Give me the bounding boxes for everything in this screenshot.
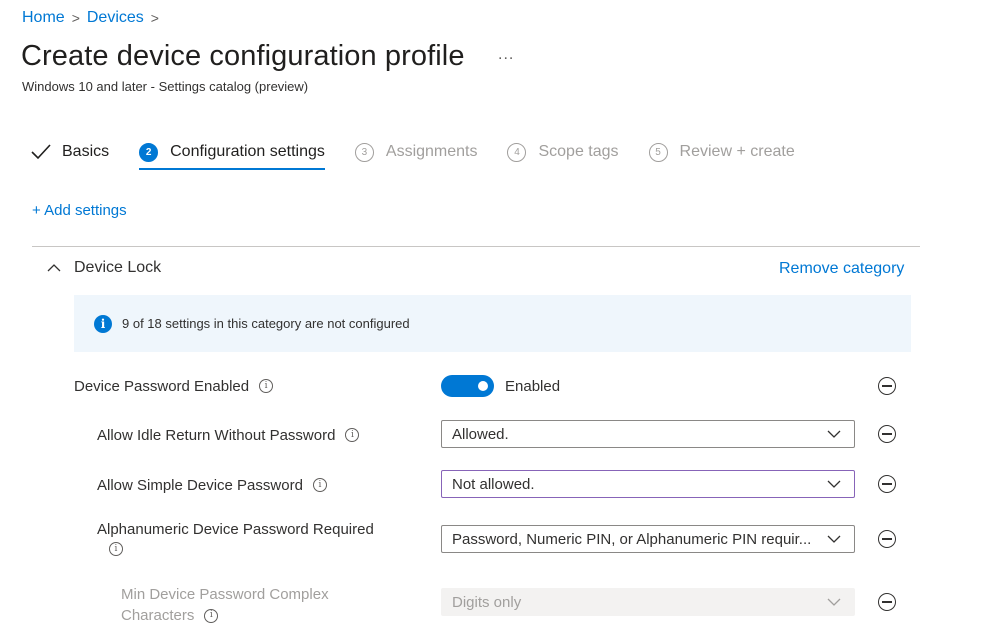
dropdown-value: Password, Numeric PIN, or Alphanumeric P… [452, 530, 812, 548]
chevron-down-icon [814, 589, 854, 615]
step-assignments[interactable]: 3 Assignments [354, 137, 478, 167]
page-subtitle: Windows 10 and later - Settings catalog … [22, 79, 309, 94]
step-label: Basics [62, 143, 110, 160]
dropdown-value: Allowed. [452, 425, 509, 443]
chevron-down-icon [814, 471, 854, 497]
setting-label-text: Allow Idle Return Without Password [97, 426, 336, 444]
chevron-up-icon [46, 260, 62, 276]
info-tooltip-icon[interactable]: i [345, 428, 360, 442]
step-number: 3 [354, 142, 374, 162]
setting-label-text: Alphanumeric Device Password Required [97, 521, 374, 538]
step-number: 4 [507, 142, 527, 162]
setting-row: Allow Idle Return Without Password i [97, 420, 360, 450]
step-number: 5 [648, 142, 668, 162]
step-label: Assignments [385, 143, 478, 160]
checkmark-icon [30, 141, 52, 163]
info-icon: i [94, 314, 112, 333]
setting-row: Device Password Enabled i [74, 371, 274, 401]
wizard-steps: Basics 2 Configuration settings 3 Assign… [30, 137, 825, 173]
remove-setting-button[interactable] [878, 425, 896, 443]
remove-setting-button[interactable] [878, 593, 896, 611]
breadcrumb-home-link[interactable]: Home [22, 9, 65, 27]
setting-label: Device Password Enabled i [74, 377, 274, 395]
info-tooltip-icon[interactable]: i [204, 608, 219, 623]
remove-setting-button[interactable] [878, 377, 896, 395]
setting-label: Allow Simple Device Password i [97, 477, 327, 494]
info-tooltip-icon[interactable]: i [259, 379, 274, 393]
allow-idle-return-dropdown[interactable]: Allowed. [441, 420, 855, 448]
chevron-down-icon [814, 526, 854, 552]
category-toggle[interactable]: Device Lock [46, 259, 161, 277]
category-title: Device Lock [74, 259, 162, 276]
remove-setting-button[interactable] [878, 475, 896, 493]
setting-label-text: Min Device Password Complex [121, 586, 329, 603]
alphanumeric-password-dropdown[interactable]: Password, Numeric PIN, or Alphanumeric P… [441, 525, 855, 553]
breadcrumb-separator: > [71, 10, 80, 26]
step-review-create[interactable]: 5 Review + create [648, 137, 795, 167]
setting-label: Allow Idle Return Without Password i [97, 426, 360, 444]
info-message-text: 9 of 18 settings in this category are no… [122, 316, 410, 331]
step-number: 2 [139, 142, 159, 162]
breadcrumb-separator: > [150, 10, 159, 26]
chevron-down-icon [814, 421, 854, 447]
breadcrumb-devices-link[interactable]: Devices [87, 9, 144, 27]
section-divider [32, 246, 920, 247]
step-basics[interactable]: Basics [30, 137, 109, 167]
setting-label-text: Allow Simple Device Password [97, 476, 303, 494]
toggle-knob [478, 381, 488, 391]
info-message-bar: i 9 of 18 settings in this category are … [74, 295, 911, 352]
setting-row: Allow Simple Device Password i [97, 470, 327, 500]
setting-label-text: Characters [121, 607, 195, 624]
setting-row: Alphanumeric Device Password Required i [97, 521, 374, 556]
step-label: Review + create [679, 143, 795, 160]
info-tooltip-icon[interactable]: i [109, 542, 123, 556]
dropdown-value: Not allowed. [452, 475, 535, 493]
step-label: Scope tags [538, 143, 619, 160]
min-complex-characters-dropdown: Digits only [441, 588, 855, 616]
info-tooltip-icon[interactable]: i [312, 478, 327, 492]
page-title: Create device configuration profile [21, 40, 465, 72]
allow-simple-password-dropdown[interactable]: Not allowed. [441, 470, 855, 498]
dropdown-value: Digits only [452, 593, 522, 611]
more-options-button[interactable]: ... [498, 46, 514, 64]
device-password-enabled-toggle[interactable] [441, 375, 494, 397]
setting-row: Min Device Password Complex Characters i [121, 584, 329, 626]
setting-label-text: Device Password Enabled [74, 377, 250, 395]
toggle-state-label: Enabled [505, 378, 561, 395]
remove-setting-button[interactable] [878, 530, 896, 548]
add-settings-link[interactable]: + Add settings [32, 202, 127, 219]
step-scope-tags[interactable]: 4 Scope tags [507, 137, 619, 167]
remove-category-link[interactable]: Remove category [779, 260, 904, 278]
breadcrumb: Home > Devices > [22, 9, 166, 27]
step-label: Configuration settings [170, 143, 325, 160]
step-configuration-settings[interactable]: 2 Configuration settings [139, 137, 325, 170]
